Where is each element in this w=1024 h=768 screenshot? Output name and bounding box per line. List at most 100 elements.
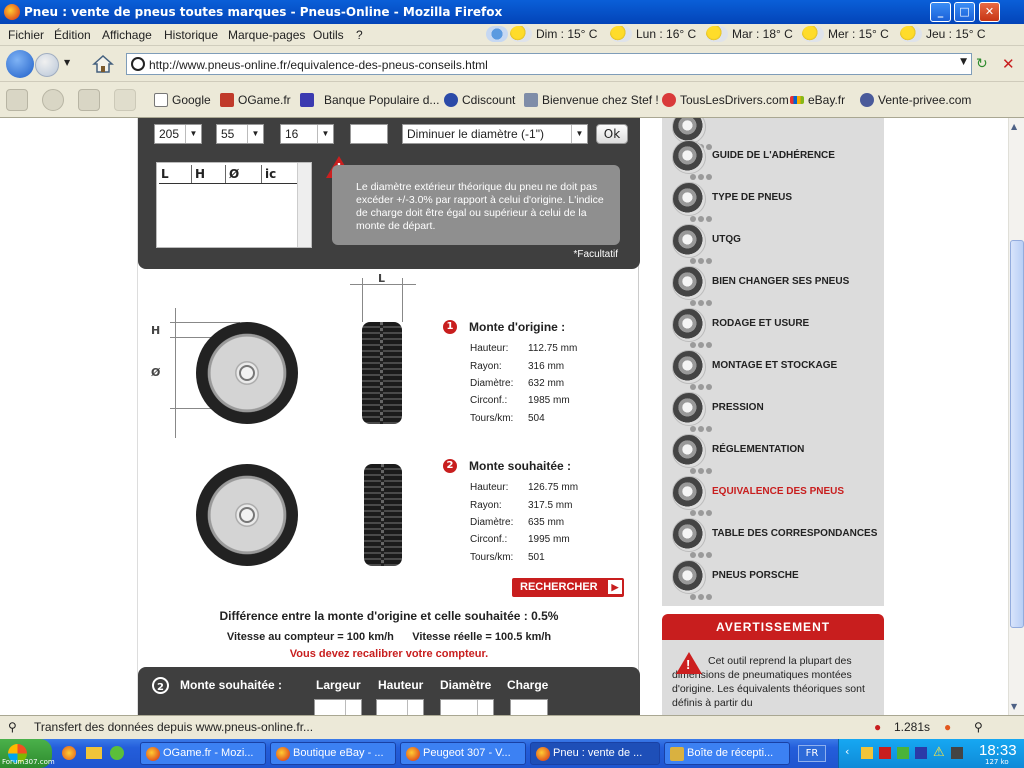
tray-expand-icon[interactable]: ‹ [845,745,849,758]
sidebar-item[interactable]: TYPE DE PNEUS [672,178,882,222]
reload-icon[interactable]: ↻ [976,56,988,72]
sidebar-item[interactable]: PNEUS PORSCHE [672,556,882,600]
chevron-down-icon: ▼ [247,125,263,143]
quicklaunch-messenger-icon[interactable] [110,746,124,760]
bookmark-google[interactable]: Google [154,93,211,107]
bookmark-vente-privee[interactable]: Vente-privee.com [860,93,971,107]
home-icon[interactable] [92,54,114,74]
address-dropdown-icon[interactable]: ▼ [960,57,967,67]
menu-marque-pages[interactable]: Marque-pages [228,28,305,42]
page-scrollbar[interactable]: ▲ ▼ [1008,118,1024,715]
task-ebay[interactable]: Boutique eBay - ... [270,742,396,765]
height-select[interactable]: 55 ▼ [216,124,264,144]
sidebar-item-label: EQUIVALENCE DES PNEUS [712,486,845,497]
bookmark-stef[interactable]: Bienvenue chez Stef ! [524,93,659,107]
weather-day-mon[interactable]: Lun : 16° C [610,26,696,42]
sun-cloud-icon [802,26,824,42]
address-bar[interactable]: http://www.pneus-online.fr/equivalence-d… [126,53,972,75]
tray-icon[interactable] [951,747,963,759]
tyre-icon [672,182,706,216]
menu-edition[interactable]: Édition [54,28,91,42]
clock-icon[interactable] [42,89,64,111]
sidebar-item[interactable]: PRESSION [672,388,882,432]
weather-day-thu[interactable]: Jeu : 15° C [900,26,986,42]
maximize-button[interactable]: □ [954,2,975,22]
equivalence-tool: 205 ▼ 55 ▼ 16 ▼ Diminuer le diamètre (-1") ▼… [137,118,640,715]
tray-icon[interactable] [879,747,891,759]
tray-icon[interactable] [915,747,927,759]
bookmark-touslesdrivers[interactable]: TousLesDrivers.com [662,93,789,107]
width-select[interactable]: 205 ▼ [154,124,202,144]
desired-form-panel: 2 Monte souhaitée : Largeur Hauteur Diam… [138,667,640,715]
bookmark-ogame[interactable]: OGame.fr [220,93,291,107]
desired-charge-input[interactable]: 91 [510,699,548,715]
google-icon [154,93,168,107]
sidebar-item[interactable]: RÉGLEMENTATION [672,430,882,474]
tray-icon[interactable] [861,747,873,759]
sidebar-item-label: TYPE DE PNEUS [712,192,793,203]
desired-height-select[interactable]: 65 ▼ [376,699,424,715]
charge-input[interactable] [350,124,388,144]
quicklaunch-mail-icon[interactable] [86,747,102,759]
language-indicator[interactable]: FR [798,745,826,762]
sun-cloud-icon [900,26,922,42]
sidebar-item[interactable]: TABLE DES CORRESPONDANCES [672,514,882,558]
menu-affichage[interactable]: Affichage [102,28,152,42]
diameter-select[interactable]: 16 ▼ [280,124,334,144]
firefox-status-icon[interactable]: ● [944,720,951,734]
tray-icon[interactable] [897,747,909,759]
scroll-up-icon[interactable]: ▲ [1011,122,1017,131]
minimize-button[interactable]: _ [930,2,951,22]
forward-button[interactable] [35,53,59,77]
close-button[interactable]: ✕ [979,2,1000,22]
zoom-icon[interactable]: ⚲ [974,720,983,734]
site-favicon [131,57,145,71]
paste-icon[interactable] [78,89,100,111]
dimension-list[interactable]: L H Ø ic [156,162,312,248]
list-scrollbar[interactable] [297,163,311,247]
sidebar-item-label: BIEN CHANGER SES PNEUS [712,276,850,287]
tray-alert-icon[interactable]: ⚠ [933,745,945,760]
menu-outils[interactable]: Outils [313,28,344,42]
desired-width-select[interactable]: 195 ▼ [314,699,362,715]
task-ogame[interactable]: OGame.fr - Mozi... [140,742,266,765]
desired-diameter-select[interactable]: 15 ▼ [440,699,494,715]
col-ic: ic [265,167,277,181]
bookmark-cdiscount[interactable]: Cdiscount [444,93,515,107]
task-pneu[interactable]: Pneu : vente de ... [530,742,660,765]
ok-button[interactable]: Ok [596,124,628,144]
tyre-icon [672,560,706,594]
weather-day-tue[interactable]: Mar : 18° C [706,26,793,42]
clock[interactable]: 18:33 [979,742,1017,759]
copy-icon[interactable] [114,89,136,111]
sidebar-item[interactable]: GUIDE DE L'ADHÉRENCE [672,136,882,180]
task-inbox[interactable]: Boîte de récepti... [664,742,790,765]
menu-help[interactable]: ? [356,28,363,42]
scroll-down-icon[interactable]: ▼ [1011,702,1017,711]
sidebar-item[interactable]: RODAGE ET USURE [672,304,882,348]
sidebar-item[interactable]: MONTAGE ET STOCKAGE [672,346,882,390]
search-button[interactable]: RECHERCHER ▶ [512,578,624,597]
stop-icon[interactable]: ✕ [1002,55,1015,73]
scrollbar-thumb[interactable] [1010,240,1024,628]
menu-fichier[interactable]: Fichier [8,28,44,42]
back-button[interactable] [6,50,34,78]
weather-day-wed[interactable]: Mer : 15° C [802,26,889,42]
drivers-icon [662,93,676,107]
weather-day-sun[interactable]: Dim : 15° C [510,26,597,42]
sidebar-item[interactable]: BIEN CHANGER SES PNEUS [672,262,882,306]
optional-note: *Facultatif [573,249,618,260]
history-dropdown-icon[interactable]: ▼ [64,58,70,67]
label-l: L [378,272,386,285]
sidebar-item[interactable]: UTQG [672,220,882,264]
bookmark-ebay[interactable]: eBay.fr [790,93,845,107]
col-largeur: Largeur [316,678,361,692]
option-select[interactable]: Diminuer le diamètre (-1") ▼ [402,124,588,144]
bookmark-banque-populaire[interactable]: Banque Populaire d... [300,93,439,107]
menu-historique[interactable]: Historique [164,28,218,42]
task-peugeot[interactable]: Peugeot 307 - V... [400,742,526,765]
sidebar-item[interactable]: EQUIVALENCE DES PNEUS [672,472,882,516]
print-icon[interactable] [6,89,28,111]
quicklaunch-firefox-icon[interactable] [62,746,76,760]
sidebar-item-label: PRESSION [712,402,764,413]
